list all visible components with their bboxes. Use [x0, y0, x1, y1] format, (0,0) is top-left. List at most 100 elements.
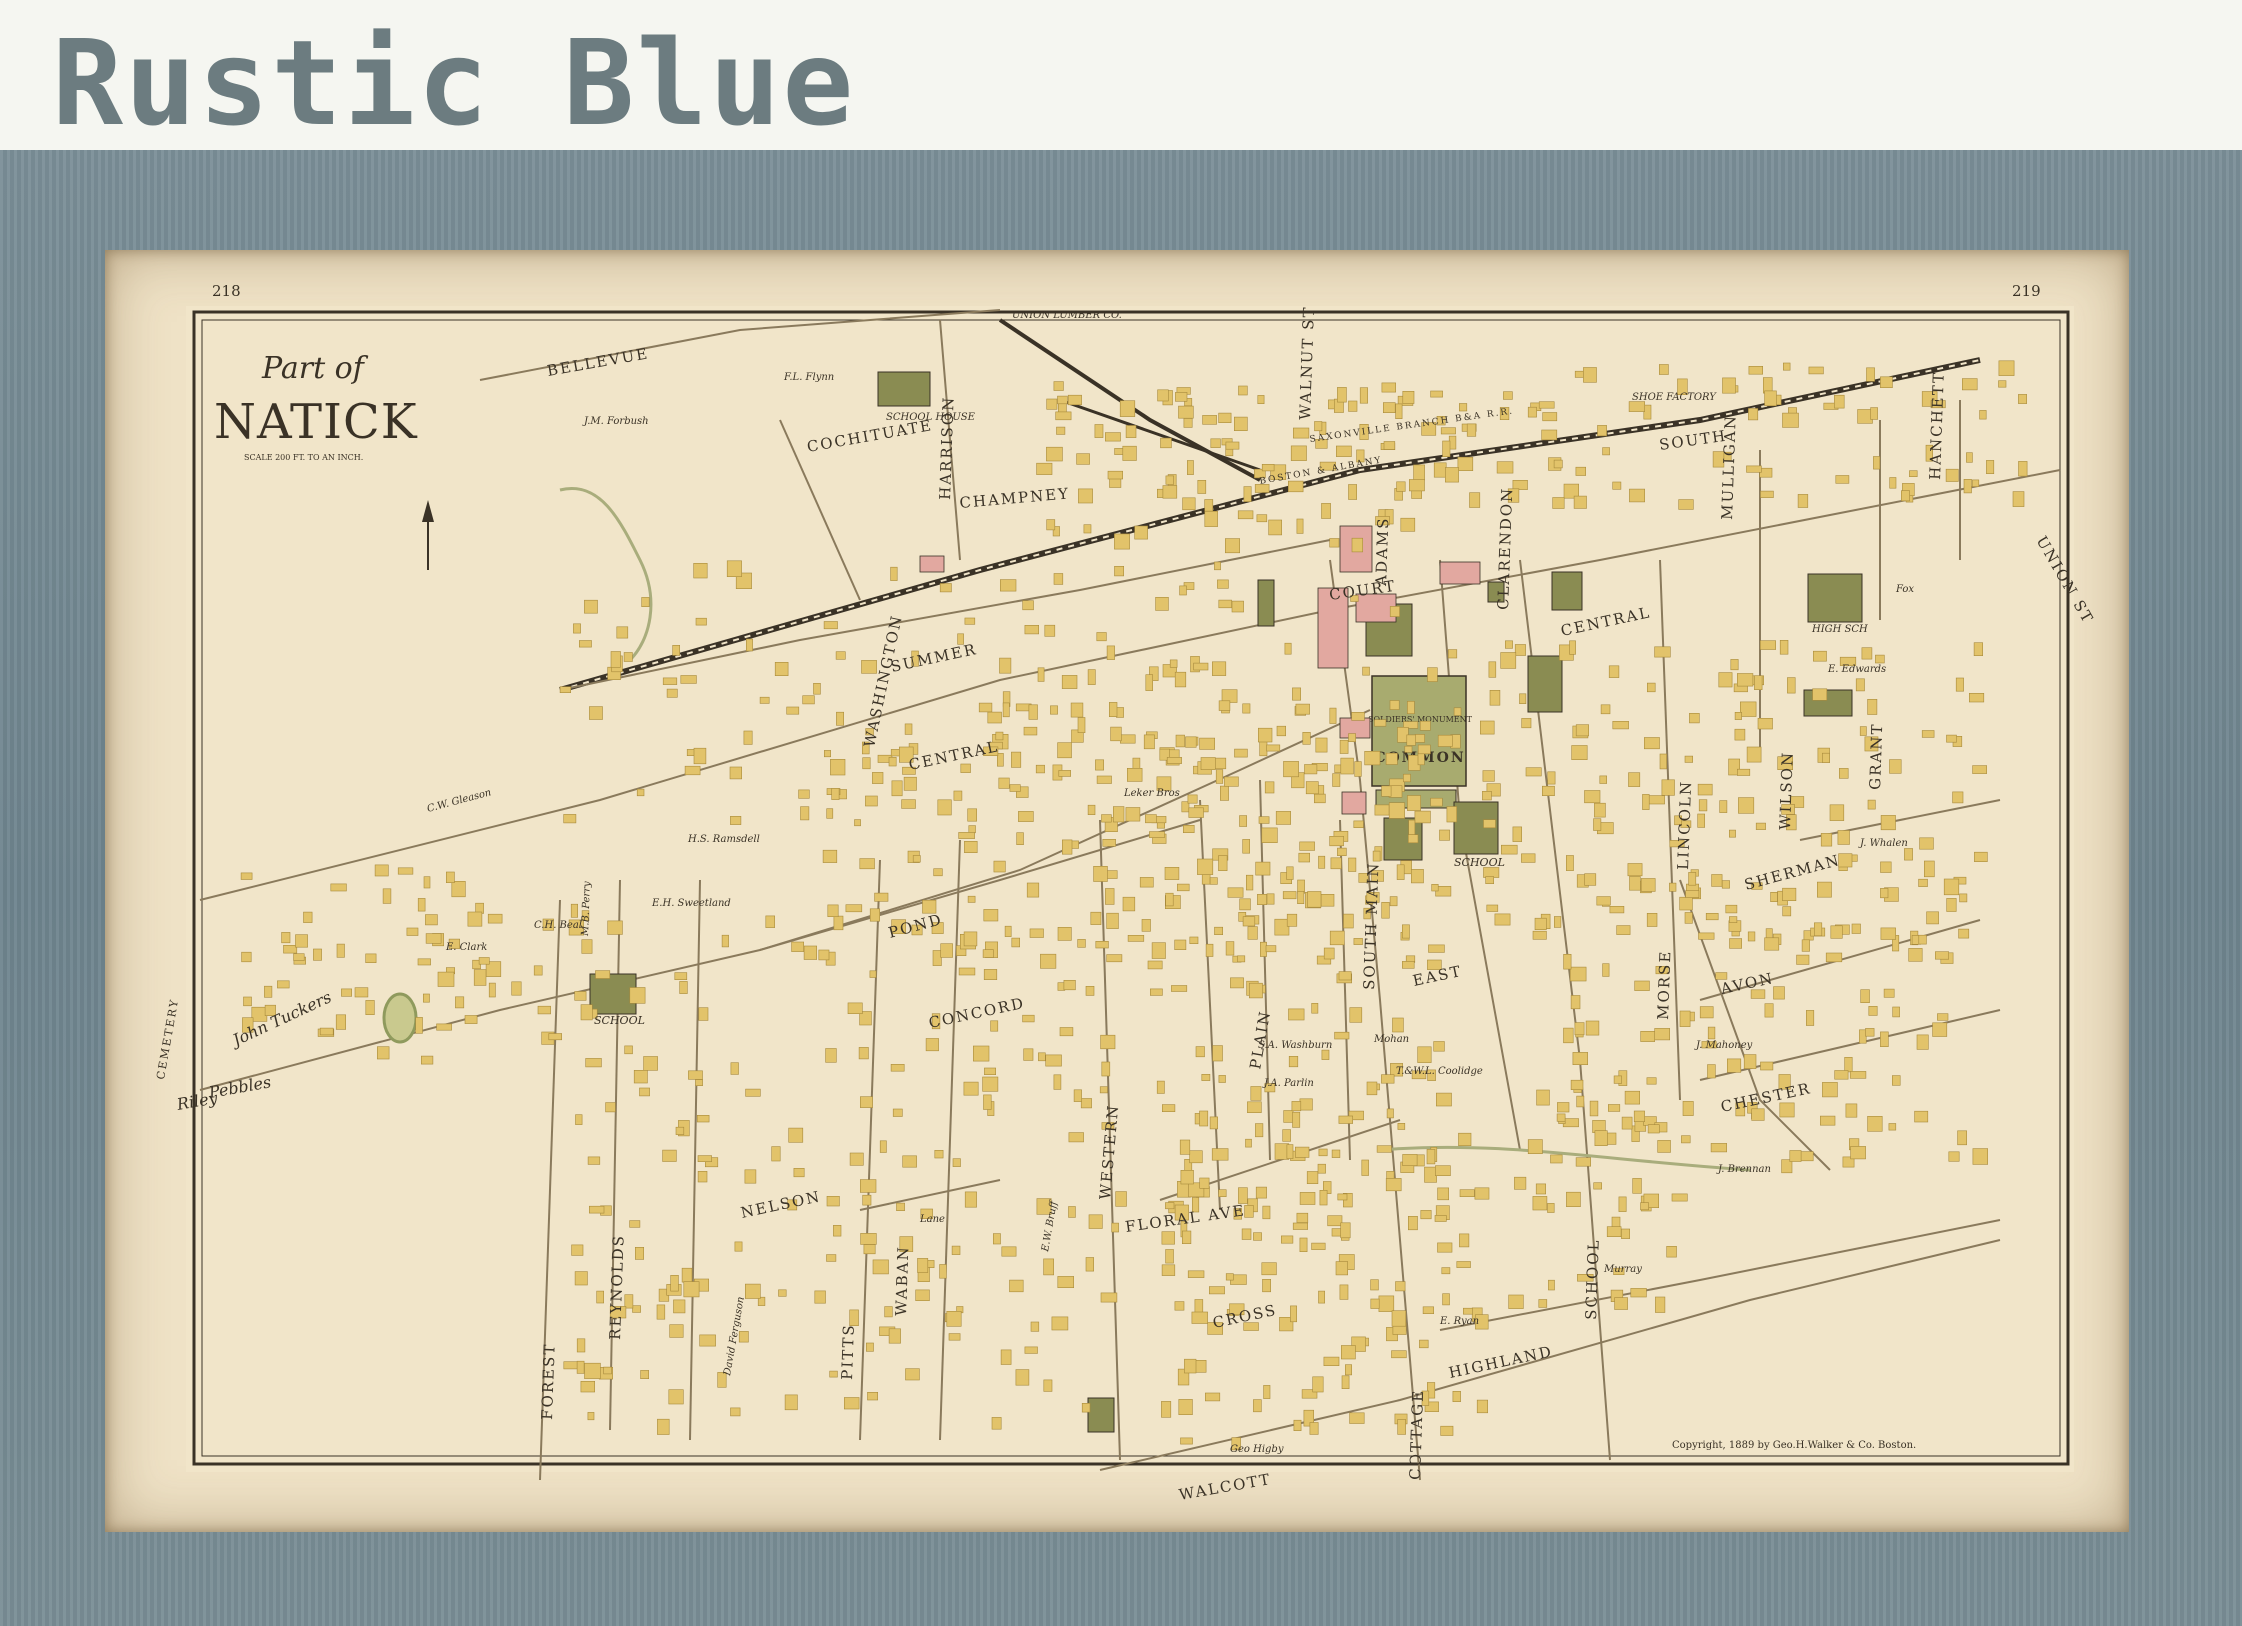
house-footprint — [1288, 480, 1304, 493]
house-footprint — [1171, 985, 1188, 992]
house-footprint — [859, 1096, 873, 1108]
house-footprint — [1274, 918, 1290, 936]
house-footprint — [1485, 876, 1494, 884]
house-footprint — [574, 991, 587, 1001]
house-footprint — [1608, 665, 1620, 678]
house-footprint — [1527, 406, 1537, 418]
house-footprint — [1403, 773, 1411, 783]
house-footprint — [968, 825, 976, 834]
street-label-champney: CHAMPNEY — [959, 484, 1071, 512]
house-footprint — [872, 772, 884, 784]
map-illustration: COMMON SOLDIERS' MONUMENT Part of NATICK — [154, 305, 2097, 1504]
house-footprint — [730, 815, 742, 825]
house-footprint — [679, 981, 688, 994]
house-footprint — [1085, 1257, 1094, 1272]
house-footprint — [1268, 519, 1282, 536]
house-footprint — [1679, 896, 1693, 911]
railroad — [559, 318, 1981, 693]
house-footprint — [1428, 944, 1445, 953]
house-footprint — [616, 626, 629, 639]
house-footprint — [603, 1366, 612, 1375]
house-footprint — [283, 944, 298, 954]
house-footprint — [1754, 675, 1763, 691]
house-footprint — [1737, 673, 1754, 687]
house-footprint — [967, 808, 978, 822]
house-footprint — [1972, 765, 1987, 774]
house-footprint — [1973, 642, 1983, 657]
house-footprint — [1755, 822, 1766, 830]
house-footprint — [1737, 768, 1751, 776]
street-label-pitts: PITTS — [838, 1323, 858, 1380]
owner-mohan: Mohan — [1373, 1034, 1409, 1045]
house-footprint — [1600, 704, 1611, 715]
house-footprint — [1699, 1006, 1714, 1019]
house-footprint — [1612, 720, 1629, 730]
house-footprint — [1094, 424, 1104, 438]
street-label-highland: HIGHLAND — [1447, 1342, 1554, 1382]
house-footprint — [1002, 702, 1010, 718]
house-footprint — [264, 985, 273, 998]
house-footprint — [696, 1115, 710, 1123]
house-footprint — [1200, 757, 1216, 770]
school-label-west: SCHOOL — [594, 1014, 645, 1027]
street-label-east: EAST — [1411, 962, 1464, 990]
house-footprint — [1584, 873, 1597, 886]
house-footprint — [1946, 898, 1957, 912]
house-footprint — [901, 799, 916, 809]
house-footprint — [1563, 1027, 1574, 1044]
house-footprint — [570, 903, 579, 918]
house-footprint — [730, 1062, 739, 1075]
house-footprint — [1160, 437, 1172, 449]
house-footprint — [1419, 720, 1431, 731]
house-footprint — [1406, 734, 1416, 746]
house-footprint — [1958, 928, 1970, 939]
house-footprint — [1188, 807, 1204, 818]
house-footprint — [467, 911, 483, 927]
house-footprint — [915, 1289, 930, 1302]
house-footprint — [1022, 600, 1034, 611]
house-footprint — [1122, 896, 1136, 912]
street-label-chester: CHESTER — [1719, 1079, 1813, 1116]
house-footprint — [1998, 380, 2007, 388]
house-footprint — [1813, 650, 1827, 662]
house-footprint — [1265, 945, 1277, 953]
house-footprint — [1299, 841, 1315, 851]
house-footprint — [964, 840, 978, 853]
house-footprint — [537, 1005, 551, 1015]
house-footprint — [1150, 988, 1163, 996]
house-footprint — [1337, 1193, 1348, 1201]
house-footprint — [1321, 503, 1331, 519]
house-footprint — [1053, 1074, 1062, 1090]
house-footprint — [1419, 1339, 1429, 1349]
house-footprint — [1500, 652, 1517, 669]
house-footprint — [1296, 1212, 1309, 1223]
house-footprint — [1085, 985, 1095, 996]
house-footprint — [1317, 1163, 1326, 1174]
house-footprint — [1642, 794, 1650, 810]
house-footprint — [1430, 390, 1443, 398]
house-footprint — [1433, 1041, 1445, 1052]
house-footprint — [1040, 953, 1057, 969]
house-footprint — [1083, 524, 1092, 534]
house-footprint — [802, 695, 815, 705]
house-footprint — [445, 871, 455, 883]
house-footprint — [1646, 912, 1658, 927]
house-footprint — [1969, 692, 1985, 703]
house-footprint — [1880, 815, 1896, 831]
house-footprint — [1779, 1102, 1795, 1118]
house-footprint — [1331, 1149, 1341, 1158]
house-footprint — [478, 957, 490, 965]
house-footprint — [1998, 360, 2015, 376]
house-footprint — [1414, 810, 1431, 824]
house-footprint — [1304, 764, 1318, 775]
house-footprint — [862, 1194, 872, 1206]
house-footprint — [1542, 785, 1555, 797]
house-footprint — [1647, 1124, 1660, 1134]
house-footprint — [1628, 401, 1645, 412]
house-footprint — [934, 1150, 944, 1159]
house-footprint — [1892, 1006, 1900, 1018]
house-footprint — [1575, 1157, 1591, 1167]
house-footprint — [963, 1081, 979, 1096]
house-footprint — [1685, 890, 1700, 898]
house-footprint — [1302, 731, 1311, 745]
